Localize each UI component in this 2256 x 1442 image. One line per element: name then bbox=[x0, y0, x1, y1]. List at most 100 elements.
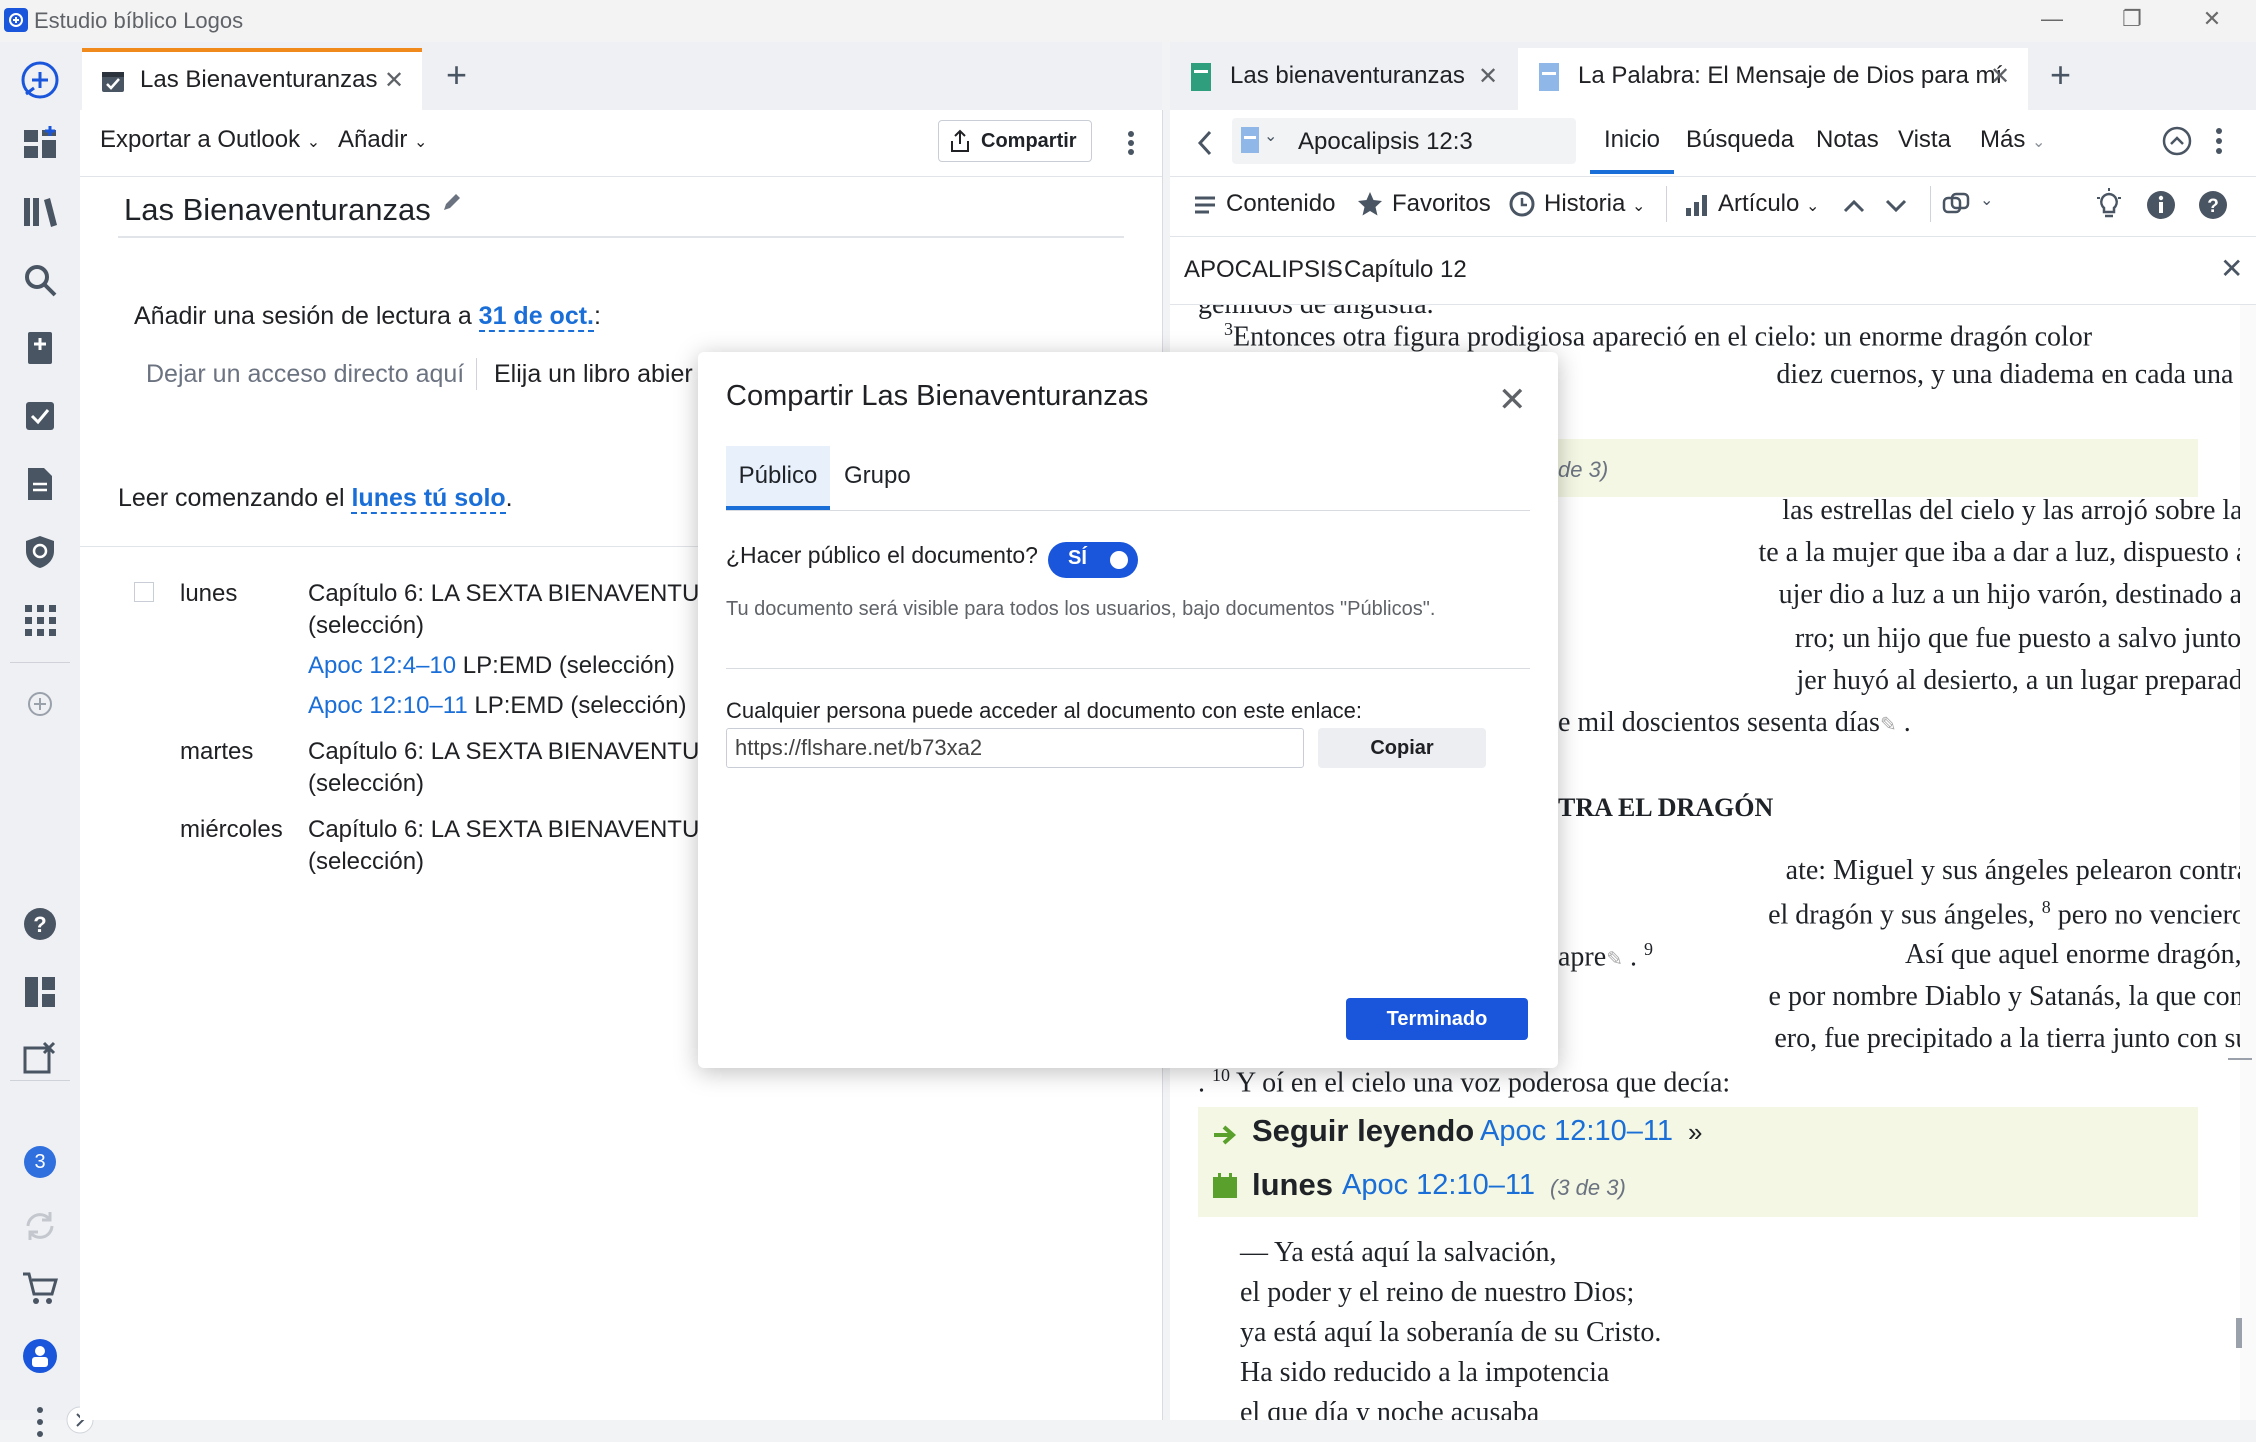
help-icon[interactable]: ? bbox=[2198, 190, 2228, 220]
continue-arrow[interactable]: » bbox=[1688, 1117, 1702, 1148]
close-tab-button[interactable]: ✕ bbox=[1990, 62, 2010, 91]
add-tab-button[interactable]: + bbox=[2050, 54, 2071, 96]
section-heading: TRA EL DRAGÓN bbox=[1558, 793, 1774, 822]
more-vertical-icon[interactable] bbox=[1116, 128, 1146, 158]
text-line: apre✎ . 9 Así que aquel enorme dragón, e… bbox=[1558, 939, 2256, 973]
bible-icon bbox=[1539, 63, 1559, 91]
document-title[interactable]: Las Bienaventuranzas bbox=[124, 192, 431, 228]
done-button[interactable]: Terminado bbox=[1346, 998, 1528, 1040]
chevron-down-icon: ⌄ bbox=[1980, 192, 1994, 209]
reading-plan-icon[interactable] bbox=[20, 396, 60, 436]
read-start-link[interactable]: lunes tú solo bbox=[351, 484, 506, 514]
menu-mas[interactable]: Más ⌄ bbox=[1980, 126, 2045, 154]
scrollbar-thumb[interactable] bbox=[2236, 1318, 2242, 1348]
notifications-badge[interactable]: 3 bbox=[24, 1146, 56, 1178]
tab-busqueda[interactable]: Búsqueda bbox=[1686, 126, 1794, 154]
account-icon[interactable] bbox=[20, 1336, 60, 1376]
text-segment: apre bbox=[1558, 941, 1607, 973]
atlas-icon[interactable] bbox=[20, 532, 60, 572]
poem-line: Ha sido reducido a la impotencia bbox=[1240, 1357, 1610, 1388]
schedule-link[interactable]: Capítulo 6: LA SEXTA BIENAVENTUR bbox=[308, 816, 717, 844]
add-shortcut-icon[interactable] bbox=[20, 684, 60, 724]
text-segment: apre✎ . 9 bbox=[1558, 939, 1653, 973]
tab-la-palabra[interactable]: La Palabra: El Mensaje de Dios para mí ✕ bbox=[1518, 48, 2028, 110]
continue-reading-link[interactable]: Apoc 12:10–11 bbox=[1480, 1115, 1673, 1148]
edit-pencil-icon[interactable] bbox=[440, 190, 464, 214]
day-checkbox[interactable] bbox=[134, 582, 154, 602]
favorites-button[interactable]: Favoritos bbox=[1392, 190, 1491, 218]
logos-home-icon[interactable] bbox=[20, 60, 60, 100]
search-icon[interactable] bbox=[20, 260, 60, 300]
minimize-button[interactable]: — bbox=[2032, 6, 2072, 32]
schedule-item: Apoc 12:4–10 LP:EMD (selección) bbox=[308, 652, 675, 680]
close-tab-button[interactable]: ✕ bbox=[1478, 62, 1498, 91]
chevron-up-icon[interactable] bbox=[1840, 192, 1868, 220]
link-sets-icon[interactable] bbox=[1942, 190, 1976, 218]
tab-las-bienaventuranzas-book[interactable]: Las bienaventuranzas ✕ bbox=[1172, 48, 1514, 110]
info-icon[interactable] bbox=[2146, 190, 2176, 220]
sync-icon[interactable] bbox=[20, 1206, 60, 1246]
export-outlook-menu[interactable]: Exportar a Outlook ⌄ bbox=[100, 126, 320, 154]
scrollbar[interactable] bbox=[2240, 305, 2256, 1420]
add-menu[interactable]: Añadir ⌄ bbox=[338, 126, 427, 154]
article-menu[interactable]: Artículo ⌄ bbox=[1718, 190, 1819, 218]
apps-grid-icon[interactable] bbox=[20, 600, 60, 640]
reference-box[interactable]: ⌄ Apocalipsis 12:3 bbox=[1232, 118, 1576, 164]
tab-vista[interactable]: Vista bbox=[1898, 126, 1951, 154]
chevron-down-icon: ⌄ bbox=[1264, 128, 1278, 145]
contents-button[interactable]: Contenido bbox=[1226, 190, 1335, 218]
chevron-down-icon[interactable] bbox=[1882, 192, 1910, 220]
insights-lightbulb-icon[interactable] bbox=[2094, 188, 2124, 220]
collapse-up-icon[interactable] bbox=[2162, 126, 2192, 156]
schedule-link[interactable]: Capítulo 6: LA SEXTA BIENAVENTUR bbox=[308, 580, 717, 608]
dashboard-icon[interactable] bbox=[20, 124, 60, 164]
public-toggle[interactable]: SÍ bbox=[1048, 542, 1138, 578]
add-tab-button[interactable]: + bbox=[446, 54, 467, 96]
tab-group[interactable]: Grupo bbox=[844, 446, 911, 506]
share-url-input[interactable] bbox=[726, 728, 1304, 768]
schedule-link[interactable]: Apoc 12:10–11 bbox=[308, 692, 468, 719]
note-pencil-icon[interactable]: ✎ bbox=[1880, 714, 1897, 736]
read-start-line: Leer comenzando el lunes tú solo. bbox=[118, 484, 513, 514]
breadcrumb-book[interactable]: APOCALIPSIS bbox=[1184, 256, 1343, 284]
close-window-button[interactable]: ✕ bbox=[2192, 6, 2232, 32]
cart-icon[interactable] bbox=[20, 1268, 60, 1308]
choose-open-book-link[interactable]: Elija un libro abier bbox=[494, 360, 693, 389]
more-vertical-icon[interactable] bbox=[2204, 126, 2234, 156]
share-icon bbox=[951, 129, 969, 152]
chevron-down-icon: ⌄ bbox=[1632, 198, 1646, 215]
session-date-link[interactable]: 31 de oct. bbox=[478, 302, 594, 332]
note-pencil-icon[interactable]: ✎ bbox=[1606, 948, 1623, 970]
calendar-icon bbox=[1213, 1173, 1237, 1198]
text-segment: el dragón y sus ángeles, bbox=[1768, 899, 2042, 931]
help-icon[interactable]: ? bbox=[20, 904, 60, 944]
tab-inicio[interactable]: Inicio bbox=[1604, 126, 1660, 154]
dialog-close-button[interactable]: ✕ bbox=[1498, 380, 1527, 420]
guides-icon[interactable] bbox=[20, 328, 60, 368]
layouts-icon[interactable] bbox=[20, 972, 60, 1012]
close-panel-icon[interactable]: ✕ bbox=[2220, 252, 2243, 285]
chevron-down-icon: ⌄ bbox=[1806, 198, 1820, 215]
close-tab-button[interactable]: ✕ bbox=[384, 66, 404, 95]
breadcrumb-chapter[interactable]: Capítulo 12 bbox=[1344, 256, 1467, 284]
restore-button[interactable]: ❐ bbox=[2112, 6, 2152, 32]
book-icon bbox=[1191, 63, 1211, 91]
share-button[interactable]: Compartir bbox=[938, 120, 1092, 162]
schedule-note: LP:EMD (selección) bbox=[456, 652, 675, 679]
history-menu[interactable]: Historia ⌄ bbox=[1544, 190, 1645, 218]
back-arrow-icon[interactable] bbox=[1194, 128, 1218, 158]
tab-public[interactable]: Público bbox=[726, 446, 830, 510]
library-icon[interactable] bbox=[20, 192, 60, 232]
schedule-link[interactable]: Apoc 12:4–10 bbox=[308, 652, 456, 679]
text-segment: pero no vencieron, y fueron bbox=[2057, 899, 2256, 931]
documents-icon[interactable] bbox=[20, 464, 60, 504]
more-vertical-icon[interactable] bbox=[20, 1402, 60, 1442]
reading-plan-icon bbox=[102, 72, 124, 92]
tab-las-bienaventuranzas[interactable]: Las Bienaventuranzas ✕ bbox=[82, 48, 422, 110]
close-all-icon[interactable] bbox=[20, 1038, 60, 1078]
copy-button[interactable]: Copiar bbox=[1318, 728, 1486, 768]
schedule-link[interactable]: Capítulo 6: LA SEXTA BIENAVENTUR bbox=[308, 738, 717, 766]
tab-notas[interactable]: Notas bbox=[1816, 126, 1879, 154]
plan-day-link[interactable]: Apoc 12:10–11 bbox=[1342, 1169, 1535, 1202]
shortcut-drop-zone[interactable]: Dejar un acceso directo aquí bbox=[146, 360, 464, 389]
